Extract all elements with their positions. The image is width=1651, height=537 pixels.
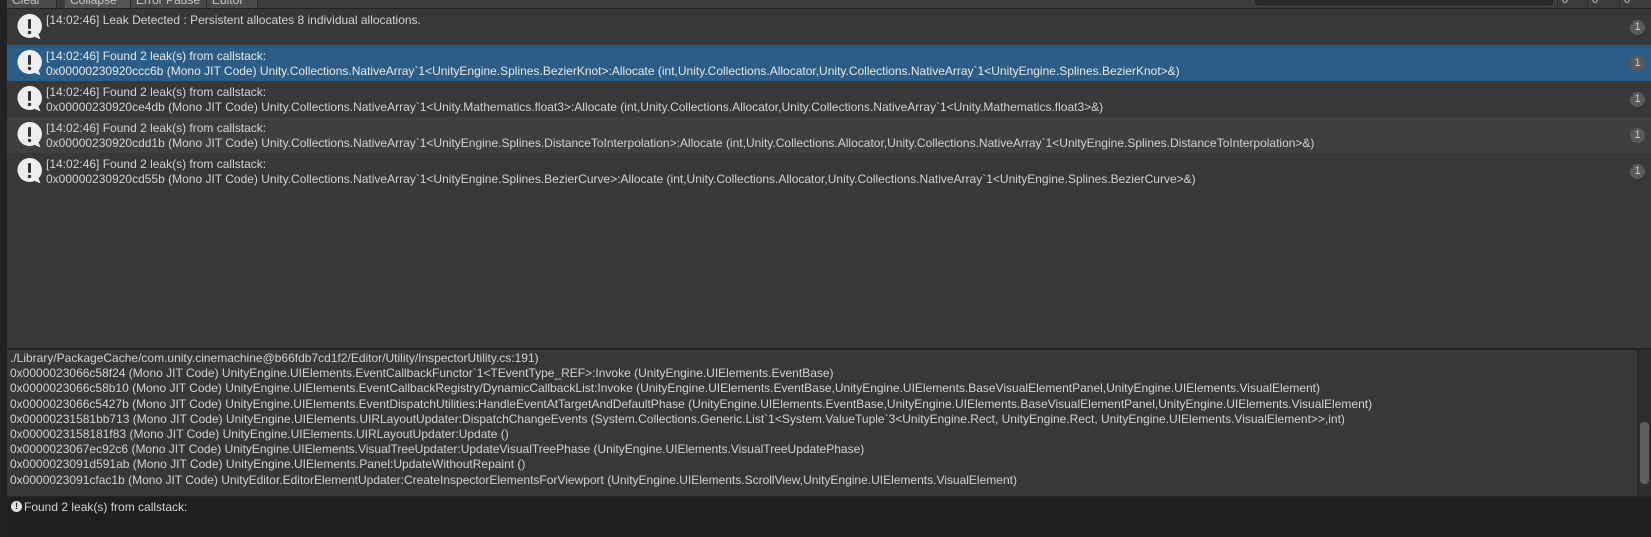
- stack-line: ./Library/PackageCache/com.unity.cinemac…: [10, 351, 539, 365]
- log-entry[interactable]: [14:02:46] Found 2 leak(s) from callstac…: [7, 153, 1651, 189]
- entry-text: [14:02:46] Found 2 leak(s) from callstac…: [46, 85, 267, 99]
- status-text: Found 2 leak(s) from callstack:: [24, 500, 188, 514]
- clear-button[interactable]: Clear: [7, 0, 57, 8]
- entry-callstack: 0x00000230920ce4db (Mono JIT Code) Unity…: [46, 100, 1104, 114]
- count-badge: 1: [1630, 92, 1645, 107]
- info-icon: !: [11, 501, 22, 512]
- entry-text: [14:02:46] Found 2 leak(s) from callstac…: [46, 121, 267, 135]
- log-entry[interactable]: [14:02:46] Found 2 leak(s) from callstac…: [7, 117, 1651, 153]
- entry-callstack: 0x00000230920ccc6b (Mono JIT Code) Unity…: [46, 64, 1180, 78]
- status-bar[interactable]: ! Found 2 leak(s) from callstack:: [7, 497, 1651, 537]
- count-badge: 1: [1630, 128, 1645, 143]
- entry-callstack: 0x00000230920cdd1b (Mono JIT Code) Unity…: [46, 136, 1315, 150]
- stack-line: 0x0000023091cfac1b (Mono JIT Code) Unity…: [10, 472, 1017, 487]
- entry-text: [14:02:46] Leak Detected : Persistent al…: [46, 13, 421, 27]
- warning-count-toggle[interactable]: 0: [1587, 0, 1598, 8]
- stack-line: 0x0000023066c5427b (Mono JIT Code) Unity…: [10, 396, 1373, 411]
- entry-callstack: 0x00000230920cd55b (Mono JIT Code) Unity…: [46, 172, 1196, 186]
- count-badge: 1: [1630, 20, 1645, 35]
- message-icon: [17, 49, 42, 76]
- stack-line: 0x0000023067ec92c6 (Mono JIT Code) Unity…: [10, 442, 865, 457]
- log-entry-selected[interactable]: [14:02:46] Found 2 leak(s) from callstac…: [7, 45, 1651, 81]
- message-icon: [17, 13, 42, 40]
- scrollbar-thumb[interactable]: [1640, 422, 1649, 484]
- detail-scrollbar[interactable]: [1638, 350, 1651, 496]
- count-badge: 1: [1630, 56, 1645, 71]
- log-list: [14:02:46] Leak Detected : Persistent al…: [7, 9, 1651, 348]
- console-toolbar: Clear Collapse Error Pause Editor 0 0 0: [7, 0, 1651, 9]
- message-icon: [17, 85, 42, 112]
- message-icon: [17, 121, 42, 148]
- log-count-toggle[interactable]: 0: [1557, 0, 1568, 8]
- stacktrace-detail: ./Library/PackageCache/com.unity.cinemac…: [7, 350, 1637, 496]
- stack-line: 0x0000023091d591ab (Mono JIT Code) Unity…: [10, 457, 526, 472]
- message-icon: [17, 157, 42, 184]
- stack-line: 0x0000023066c58f24 (Mono JIT Code) Unity…: [10, 366, 834, 381]
- entry-text: [14:02:46] Found 2 leak(s) from callstac…: [46, 49, 267, 63]
- stack-line: 0x0000023066c58b10 (Mono JIT Code) Unity…: [10, 381, 1320, 396]
- count-badge: 1: [1630, 164, 1645, 179]
- left-edge: [0, 0, 7, 537]
- log-entry[interactable]: [14:02:46] Leak Detected : Persistent al…: [7, 9, 1651, 45]
- entry-text: [14:02:46] Found 2 leak(s) from callstac…: [46, 157, 267, 171]
- error-pause-button[interactable]: Error Pause: [131, 0, 207, 8]
- stack-line: 0x0000023158181f83 (Mono JIT Code) Unity…: [10, 427, 509, 442]
- search-input[interactable]: [1255, 0, 1553, 5]
- collapse-button[interactable]: Collapse: [65, 0, 131, 8]
- error-count-toggle[interactable]: 0: [1619, 0, 1630, 8]
- stack-line: 0x00000231581bb713 (Mono JIT Code) Unity…: [10, 411, 1345, 426]
- log-entry[interactable]: [14:02:46] Found 2 leak(s) from callstac…: [7, 81, 1651, 117]
- editor-dropdown[interactable]: Editor: [207, 0, 258, 8]
